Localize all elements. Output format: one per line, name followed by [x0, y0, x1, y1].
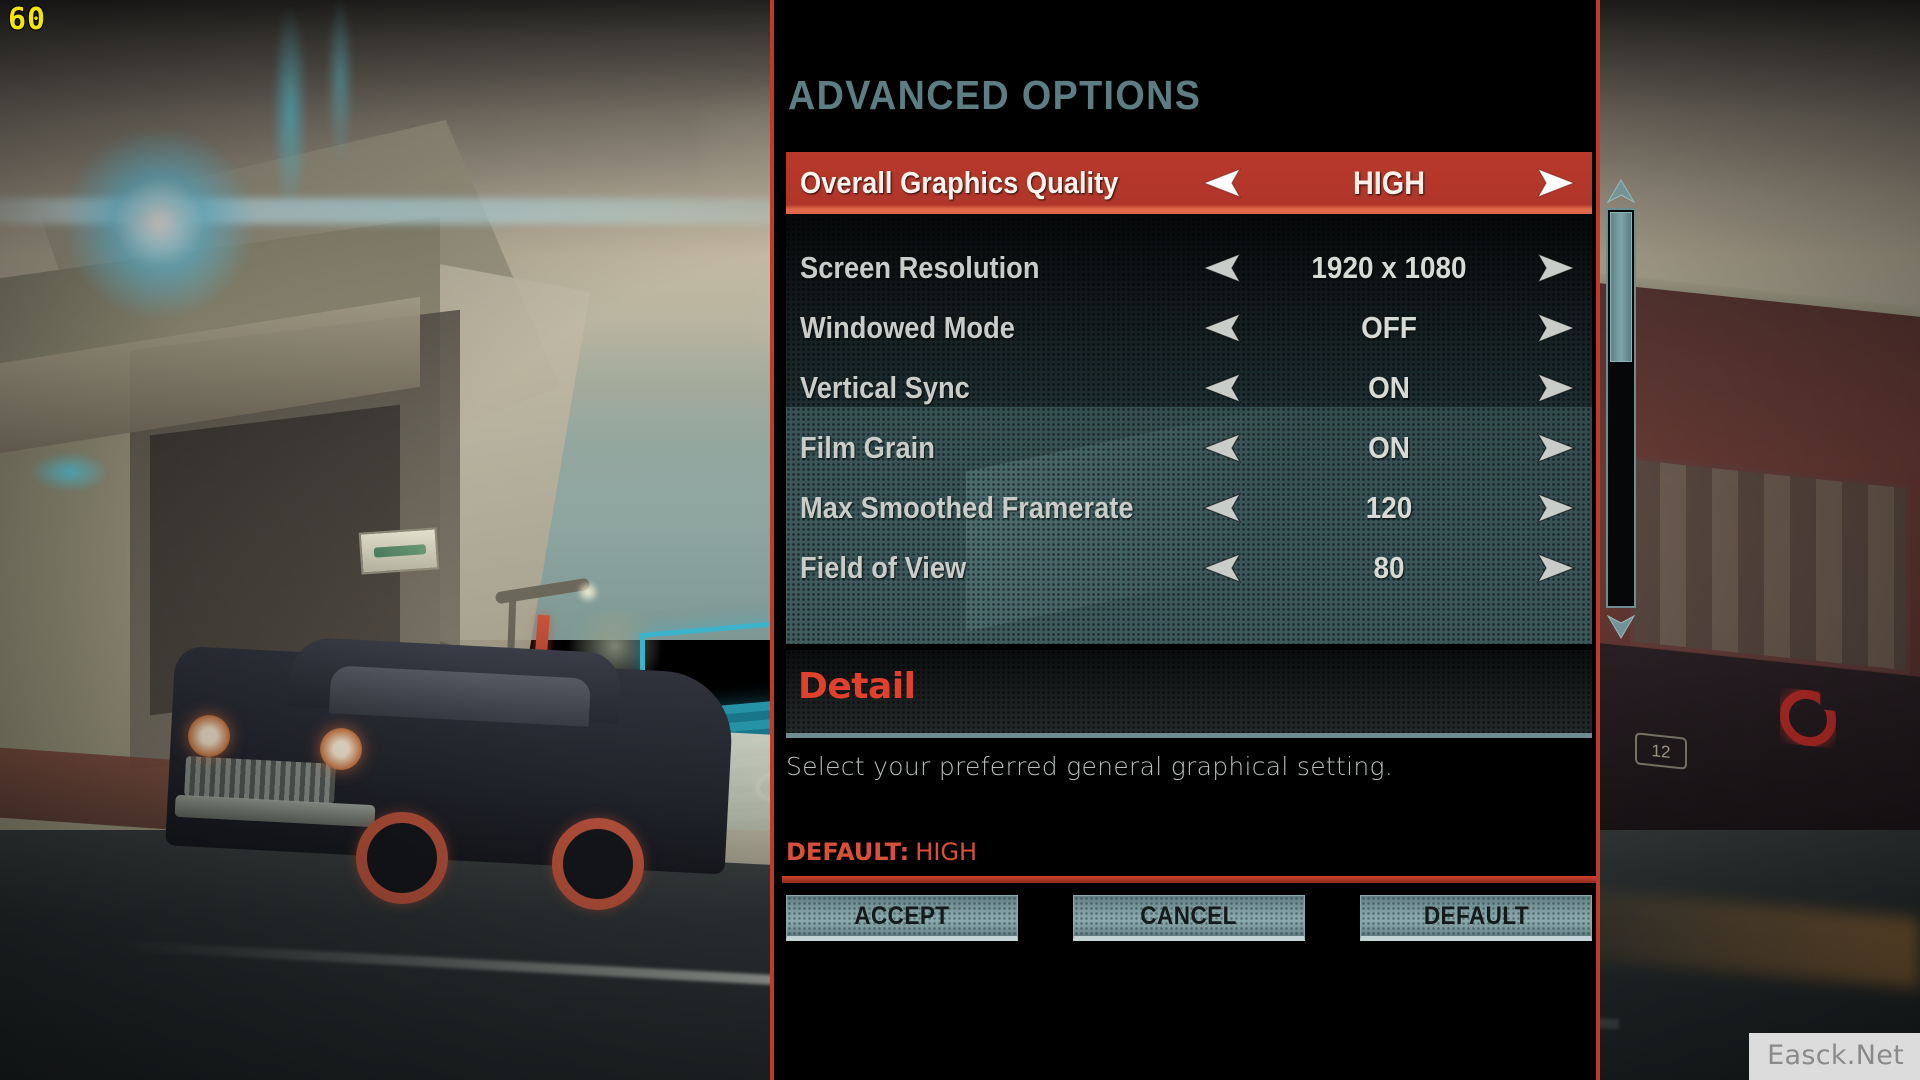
arrow-right-icon[interactable] — [1532, 166, 1578, 200]
detail-heading: Detail — [798, 666, 916, 707]
advanced-options-panel: ADVANCED OPTIONS Overall Graphics Qualit… — [770, 0, 1600, 1080]
option-row-max-smoothed-framerate[interactable]: Max Smoothed Framerate 120 — [786, 478, 1592, 538]
options-list: Overall Graphics Quality HIGH Screen Res… — [786, 152, 1592, 644]
arrow-left-icon[interactable] — [1200, 371, 1246, 405]
arrow-right-icon[interactable] — [1532, 491, 1578, 525]
scrollbar-track[interactable] — [1606, 208, 1636, 608]
option-label: Film Grain — [800, 430, 935, 465]
option-row-field-of-view[interactable]: Field of View 80 — [786, 538, 1592, 598]
button-bar: ACCEPT CANCEL DEFAULT — [786, 895, 1592, 945]
default-label: DEFAULT: — [786, 838, 910, 866]
watermark: Easck.Net — [1749, 1033, 1920, 1080]
option-value: 1920 x 1080 — [1311, 250, 1467, 285]
right-building-window — [1630, 455, 1910, 675]
arrow-left-icon[interactable] — [1200, 311, 1246, 345]
default-button-label: DEFAULT — [1423, 901, 1529, 930]
default-value: HIGH — [915, 838, 978, 866]
lens-flare-core — [64, 128, 254, 318]
game-screen: 12 60 ADVANCED OPTIONS Overall Graphics — [0, 0, 1920, 1080]
detail-description: Select your preferred general graphical … — [786, 752, 1394, 781]
lens-flare-secondary — [30, 452, 110, 492]
option-value: 80 — [1373, 550, 1405, 585]
option-label: Overall Graphics Quality — [800, 165, 1119, 200]
arrow-left-icon[interactable] — [1200, 166, 1246, 200]
car-headlight-right — [320, 728, 362, 770]
cancel-button-label: CANCEL — [1140, 901, 1238, 930]
accept-button-label: ACCEPT — [854, 901, 950, 930]
option-row-vertical-sync[interactable]: Vertical Sync ON — [786, 358, 1592, 418]
option-label: Windowed Mode — [800, 310, 1015, 345]
default-value-line: DEFAULT: HIGH — [786, 838, 977, 866]
car-wheel-rear — [552, 818, 644, 910]
option-label: Screen Resolution — [800, 250, 1040, 285]
option-label: Max Smoothed Framerate — [800, 490, 1134, 525]
street-lamp-glow — [575, 582, 601, 602]
option-row-overall-graphics-quality[interactable]: Overall Graphics Quality HIGH — [786, 152, 1592, 214]
option-row-screen-resolution[interactable]: Screen Resolution 1920 x 1080 — [786, 238, 1592, 298]
option-label: Field of View — [800, 550, 967, 585]
arrow-right-icon[interactable] — [1532, 431, 1578, 465]
accept-button[interactable]: ACCEPT — [786, 895, 1018, 941]
hanging-shop-sign — [358, 527, 440, 575]
option-value: OFF — [1361, 310, 1417, 345]
page-title: ADVANCED OPTIONS — [788, 72, 1202, 118]
arrow-right-icon[interactable] — [1532, 371, 1578, 405]
option-label: Vertical Sync — [800, 370, 970, 405]
option-value: HIGH — [1353, 164, 1425, 201]
option-row-windowed-mode[interactable]: Windowed Mode OFF — [786, 298, 1592, 358]
scroll-up-icon[interactable] — [1604, 176, 1638, 206]
list-gap — [786, 214, 1592, 238]
car-wheel-front — [356, 812, 448, 904]
scrollbar-thumb[interactable] — [1610, 212, 1632, 362]
arrow-left-icon[interactable] — [1200, 491, 1246, 525]
wall-number-plate: 12 — [1635, 732, 1687, 770]
arrow-right-icon[interactable] — [1532, 251, 1578, 285]
cancel-button[interactable]: CANCEL — [1073, 895, 1305, 941]
detail-heading-zone: Detail — [786, 650, 1592, 738]
arrow-left-icon[interactable] — [1200, 431, 1246, 465]
default-button[interactable]: DEFAULT — [1360, 895, 1592, 941]
option-value: ON — [1368, 430, 1410, 465]
arrow-right-icon[interactable] — [1532, 551, 1578, 585]
option-value: ON — [1368, 370, 1410, 405]
options-scrollbar[interactable] — [1604, 176, 1638, 642]
option-row-film-grain[interactable]: Film Grain ON — [786, 418, 1592, 478]
arrow-left-icon[interactable] — [1200, 551, 1246, 585]
car-headlight-left — [188, 715, 230, 757]
arrow-right-icon[interactable] — [1532, 311, 1578, 345]
fps-counter: 60 — [8, 2, 47, 37]
arrow-left-icon[interactable] — [1200, 251, 1246, 285]
scroll-down-icon[interactable] — [1604, 612, 1638, 642]
button-bar-divider — [782, 876, 1596, 883]
option-value: 120 — [1365, 490, 1413, 525]
